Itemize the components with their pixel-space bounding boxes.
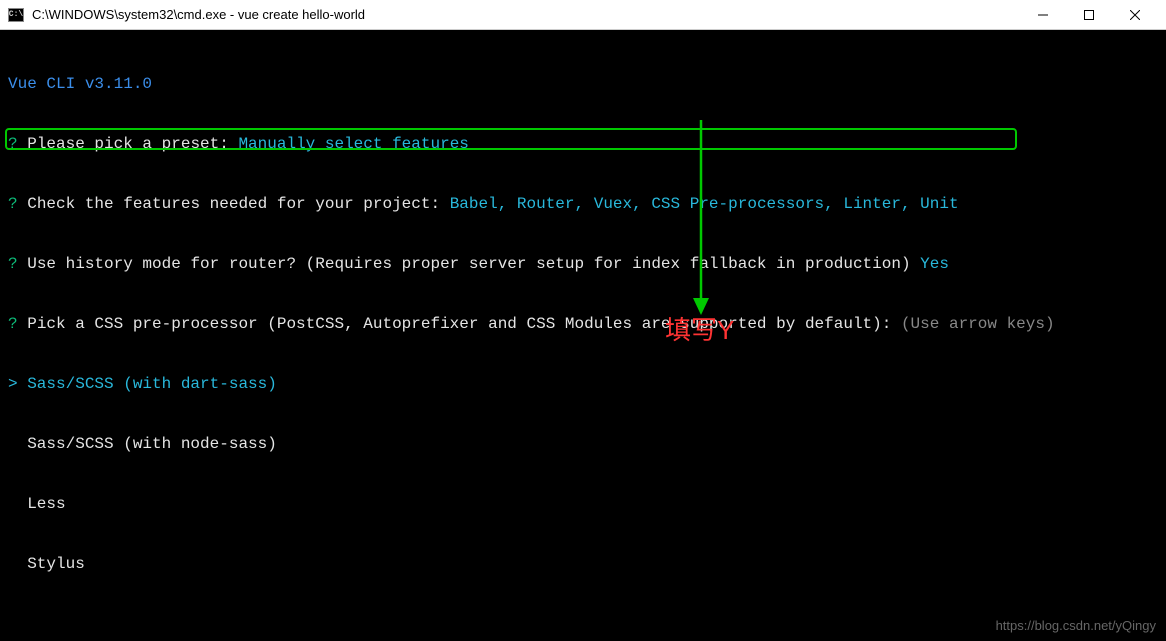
option-item[interactable]: Stylus [8, 554, 1158, 574]
window-titlebar: C:\ C:\WINDOWS\system32\cmd.exe - vue cr… [0, 0, 1166, 30]
window-controls [1020, 0, 1158, 30]
close-button[interactable] [1112, 0, 1158, 30]
prompt-line-history-mode: ? Use history mode for router? (Requires… [8, 254, 1158, 274]
annotation-text: 填写Y [665, 310, 734, 347]
window-title: C:\WINDOWS\system32\cmd.exe - vue create… [32, 7, 365, 22]
minimize-button[interactable] [1020, 0, 1066, 30]
cli-version: Vue CLI v3.11.0 [8, 74, 1158, 94]
titlebar-left: C:\ C:\WINDOWS\system32\cmd.exe - vue cr… [8, 7, 365, 22]
option-item[interactable]: Sass/SCSS (with node-sass) [8, 434, 1158, 454]
option-item[interactable]: Less [8, 494, 1158, 514]
terminal-body[interactable]: Vue CLI v3.11.0 ? Please pick a preset: … [0, 30, 1166, 638]
cmd-icon: C:\ [8, 8, 24, 22]
watermark-text: https://blog.csdn.net/yQingy [996, 618, 1156, 633]
option-selected[interactable]: > Sass/SCSS (with dart-sass) [8, 374, 1158, 394]
maximize-button[interactable] [1066, 0, 1112, 30]
prompt-line-css-preprocessor: ? Pick a CSS pre-processor (PostCSS, Aut… [8, 314, 1158, 334]
prompt-line-preset: ? Please pick a preset: Manually select … [8, 134, 1158, 154]
prompt-line-features: ? Check the features needed for your pro… [8, 194, 1158, 214]
